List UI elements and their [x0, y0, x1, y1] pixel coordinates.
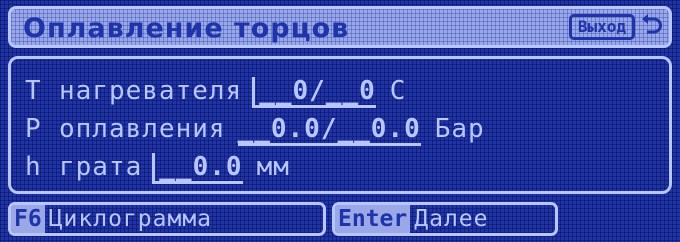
lcd-screen: Оплавление торцов Выход Tнагревателя __0/…: [0, 0, 680, 242]
bead-height-row: h грата __0.0 мм: [25, 151, 290, 184]
heater-temperature-value[interactable]: __0/__0: [252, 77, 376, 108]
param-label: оплавления: [59, 114, 226, 144]
cyclogram-softkey[interactable]: F6 Циклограмма: [8, 202, 326, 236]
param-unit: Бар: [434, 114, 485, 144]
screen-title: Оплавление торцов: [23, 13, 350, 44]
exit-button[interactable]: Выход: [568, 14, 635, 40]
return-arrow-icon[interactable]: [639, 13, 663, 39]
param-label: грата: [59, 152, 143, 182]
param-unit: мм: [256, 152, 290, 182]
param-symbol: T: [25, 76, 42, 106]
param-unit: C: [389, 76, 407, 106]
heater-temperature-row: Tнагревателя __0/__0 C: [25, 75, 407, 108]
param-symbol: P: [25, 114, 42, 144]
fusion-pressure-value[interactable]: __0.0/__0.0: [237, 115, 421, 146]
softkey-label: Далее: [414, 206, 489, 232]
bead-height-value[interactable]: __0.0: [152, 153, 243, 184]
softkey-label: Циклограмма: [48, 206, 213, 232]
param-symbol: h: [25, 152, 42, 182]
next-softkey[interactable]: Enter Далее: [332, 202, 558, 236]
param-label: нагревателя: [59, 76, 243, 106]
softkey-tag: F6: [11, 205, 45, 233]
fusion-pressure-row: Pоплавления __0.0/__0.0 Бар: [25, 113, 485, 146]
parameter-panel: Tнагревателя __0/__0 C Pоплавления __0.0/__…: [8, 56, 672, 194]
title-bar: Оплавление торцов Выход: [8, 6, 672, 48]
softkey-tag: Enter: [335, 205, 411, 233]
softkey-bar: F6 Циклограмма Enter Далее: [8, 202, 672, 236]
